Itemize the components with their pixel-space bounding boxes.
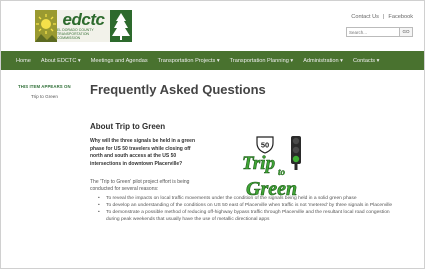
graphic-word-to: to bbox=[278, 167, 286, 177]
tree-icon bbox=[110, 10, 132, 42]
faq-intro-paragraph: The 'Trip to Green' pilot project effort… bbox=[90, 179, 190, 193]
faq-question: Why will the three signals be held in a … bbox=[90, 138, 196, 167]
page: edctc El Dorado County Transportation Co… bbox=[0, 0, 425, 269]
top-links-separator: | bbox=[382, 14, 385, 20]
nav-item-meetings[interactable]: Meetings and Agendas bbox=[91, 58, 148, 64]
logo-text: edctc bbox=[62, 10, 105, 29]
search-button[interactable]: GO bbox=[400, 27, 413, 37]
list-item: To demonstrate a possible method of redu… bbox=[98, 210, 398, 224]
nav-item-transportation-projects[interactable]: Transportation Projects ▾ bbox=[158, 58, 220, 64]
top-links: Contact Us | Facebook bbox=[351, 14, 413, 20]
site-logo[interactable]: edctc El Dorado County Transportation Co… bbox=[35, 10, 132, 42]
graphic-word-trip: Trip bbox=[242, 153, 275, 174]
route-shield-icon: 50 bbox=[256, 136, 274, 154]
sidebar: This item appears on Trip to Green bbox=[18, 84, 76, 99]
trip-to-green-logo: 50 Trip to Green bbox=[228, 135, 314, 200]
contact-us-link[interactable]: Contact Us bbox=[351, 14, 379, 20]
traffic-light-icon bbox=[291, 136, 301, 170]
nav-item-transportation-planning[interactable]: Transportation Planning ▾ bbox=[230, 58, 294, 64]
main-nav: Home About EDCTC ▾ Meetings and Agendas … bbox=[1, 51, 424, 70]
graphic-word-green: Green bbox=[246, 178, 297, 199]
search-form: GO bbox=[346, 27, 413, 37]
sidebar-heading: This item appears on bbox=[18, 84, 71, 89]
site-header: edctc El Dorado County Transportation Co… bbox=[1, 1, 424, 51]
nav-item-administration[interactable]: Administration ▾ bbox=[303, 58, 343, 64]
search-input[interactable] bbox=[346, 27, 400, 37]
logo-subtitle: El Dorado County Transportation Commissi… bbox=[57, 28, 94, 40]
page-title: Frequently Asked Questions bbox=[90, 82, 266, 97]
nav-item-about[interactable]: About EDCTC ▾ bbox=[41, 58, 81, 64]
route-number: 50 bbox=[261, 141, 269, 150]
sun-icon bbox=[35, 10, 57, 42]
section-heading: About Trip to Green bbox=[90, 122, 166, 131]
list-item: To develop an understanding of the condi… bbox=[98, 203, 398, 210]
nav-item-home[interactable]: Home bbox=[16, 58, 31, 64]
nav-item-contacts[interactable]: Contacts ▾ bbox=[353, 58, 379, 64]
sidebar-link-trip-to-green[interactable]: Trip to Green bbox=[31, 94, 76, 99]
logo-wordmark: edctc El Dorado County Transportation Co… bbox=[57, 10, 110, 42]
faq-reasons-list: To reveal the impacts on local traffic m… bbox=[98, 196, 398, 224]
facebook-link[interactable]: Facebook bbox=[388, 14, 413, 20]
